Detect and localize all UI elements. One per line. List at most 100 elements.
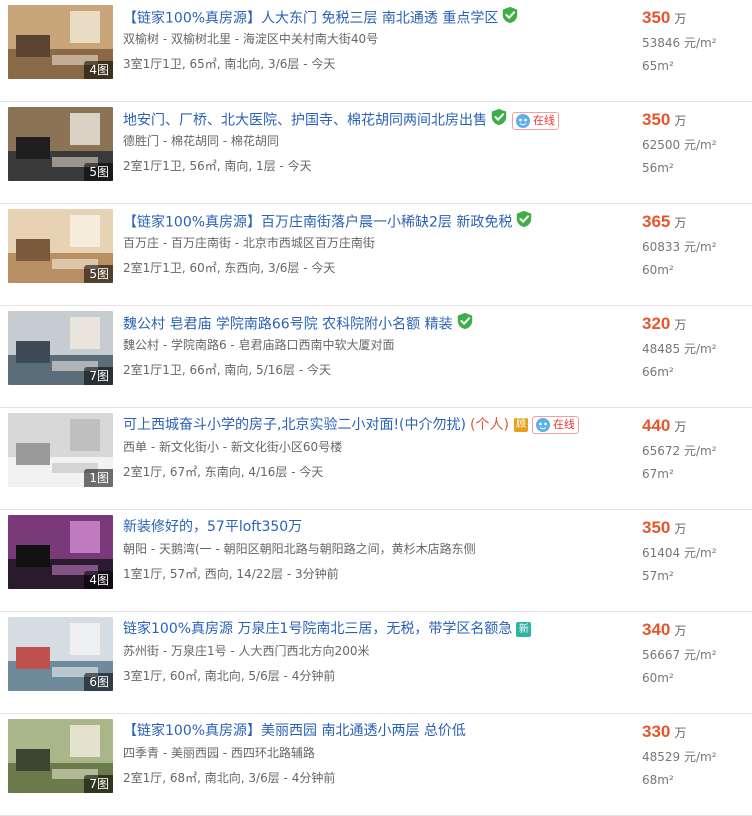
unit-price-value: 53846 [642, 36, 681, 50]
listing-row[interactable]: 5图 地安门、厂桥、北大医院、护国寺、棉花胡同两间北房出售 在线德胜门 - 棉花胡同… [0, 102, 752, 204]
listing-row[interactable]: 6图 链家100%真房源 万泉庄1号院南北三居，无税，带学区名额急新苏州街 - 万… [0, 612, 752, 714]
total-price: 350 万 [642, 8, 686, 28]
total-price: 365 万 [642, 212, 686, 232]
listing-title-link[interactable]: 魏公村 皂君庙 学院南路66号院 农科院附小名额 精装 [123, 317, 453, 333]
total-price: 320 万 [642, 314, 686, 334]
listing-location: 双榆树 - 双榆树北里 - 海淀区中关村南大街40号 [123, 32, 379, 46]
listing-info: 2室1厅1卫, 60㎡, 东西向, 3/6层 - 今天 [123, 261, 336, 275]
listing-title-link[interactable]: 【链家100%真房源】百万庄南街落户晨一小稀缺2层 新政免税 [123, 215, 512, 231]
photo-count-badge: 4图 [84, 61, 113, 79]
listing-title-row: 【链家100%真房源】百万庄南街落户晨一小稀缺2层 新政免税 [123, 210, 623, 232]
photo-count-badge: 7图 [84, 367, 113, 385]
personal-seller-tag: (个人) [470, 417, 509, 433]
listing-title-row: 链家100%真房源 万泉庄1号院南北三居，无税，带学区名额急新 [123, 618, 623, 640]
price-value: 350 [642, 8, 671, 27]
price-value: 320 [642, 314, 671, 333]
listing-title-link[interactable]: 可上西城奋斗小学的房子,北京实验二小对面!(中介勿扰) [123, 417, 466, 433]
listing-photo[interactable]: 6图 [8, 617, 113, 691]
listing-info: 2室1厅, 67㎡, 东南向, 4/16层 - 今天 [123, 465, 324, 479]
unit-price-value: 62500 [642, 138, 681, 152]
listing-title-row: 【链家100%真房源】美丽西园 南北通透小两层 总价低 [123, 720, 623, 742]
total-price: 350 万 [642, 518, 686, 538]
listing-location: 朝阳 - 天鹅湾(一 - 朝阳区朝阳北路与朝阳路之间，黄杉木店路东侧 [123, 542, 476, 556]
listing-info: 1室1厅, 57㎡, 西向, 14/22层 - 3分钟前 [123, 567, 339, 581]
listing-photo[interactable]: 7图 [8, 719, 113, 793]
listing-location: 魏公村 - 学院南路6 - 皂君庙路口西南中软大厦对面 [123, 338, 395, 352]
unit-price: 62500 元/m² [642, 136, 717, 153]
unit-price-unit: 元/m² [684, 342, 717, 356]
unit-price: 65672 元/m² [642, 442, 717, 459]
listing-info: 3室1厅, 60㎡, 南北向, 5/6层 - 4分钟前 [123, 669, 336, 683]
listing-photo[interactable]: 5图 [8, 107, 113, 181]
verified-shield-icon [490, 108, 508, 130]
listing-title-link[interactable]: 链家100%真房源 万泉庄1号院南北三居，无税，带学区名额急 [123, 621, 512, 637]
listing-title-row: 地安门、厂桥、北大医院、护国寺、棉花胡同两间北房出售 在线 [123, 108, 623, 130]
listing-info: 2室1厅1卫, 56㎡, 南向, 1层 - 今天 [123, 159, 312, 173]
unit-price-unit: 元/m² [684, 36, 717, 50]
listing-title-row: 新装修好的，57平loft350万 [123, 516, 623, 538]
photo-count-badge: 5图 [84, 163, 113, 181]
price-unit: 万 [674, 318, 687, 332]
listing-row[interactable]: 1图 可上西城奋斗小学的房子,北京实验二小对面!(中介勿扰) (个人) 顾 在线 西单 -… [0, 408, 752, 510]
price-unit: 万 [674, 114, 687, 128]
photo-count-badge: 7图 [84, 775, 113, 793]
listing-location: 百万庄 - 百万庄南街 - 北京市西城区百万庄南街 [123, 236, 375, 250]
unit-price-value: 48485 [642, 342, 681, 356]
photo-count-badge: 6图 [84, 673, 113, 691]
unit-price-unit: 元/m² [684, 750, 717, 764]
price-value: 340 [642, 620, 671, 639]
price-value: 440 [642, 416, 671, 435]
listing-title-link[interactable]: 【链家100%真房源】人大东门 免税三层 南北通透 重点学区 [123, 11, 498, 27]
listing-photo[interactable]: 7图 [8, 311, 113, 385]
online-chat-badge[interactable]: 在线 [531, 416, 579, 434]
price-unit: 万 [674, 216, 687, 230]
listing-location: 苏州街 - 万泉庄1号 - 人大西门西北方向200米 [123, 644, 370, 658]
unit-price: 48485 元/m² [642, 340, 717, 357]
online-label: 在线 [552, 418, 575, 431]
consultant-badge-icon: 顾 [513, 418, 528, 432]
unit-price: 53846 元/m² [642, 34, 717, 51]
verified-shield-icon [515, 210, 533, 232]
listing-area: 60m² [642, 671, 674, 685]
unit-price-unit: 元/m² [684, 240, 717, 254]
unit-price-unit: 元/m² [684, 546, 717, 560]
total-price: 330 万 [642, 722, 686, 742]
listing-photo[interactable]: 1图 [8, 413, 113, 487]
listing-area: 67m² [642, 467, 674, 481]
unit-price-value: 56667 [642, 648, 681, 662]
listing-photo[interactable]: 5图 [8, 209, 113, 283]
price-unit: 万 [674, 420, 687, 434]
listing-title-link[interactable]: 【链家100%真房源】美丽西园 南北通透小两层 总价低 [123, 723, 466, 739]
listing-title-link[interactable]: 新装修好的，57平loft350万 [123, 519, 302, 535]
total-price: 340 万 [642, 620, 686, 640]
listing-photo[interactable]: 4图 [8, 515, 113, 589]
verified-shield-icon [501, 6, 519, 28]
online-chat-badge[interactable]: 在线 [512, 111, 559, 130]
unit-price-unit: 元/m² [684, 444, 717, 458]
unit-price: 56667 元/m² [642, 646, 717, 663]
listing-title-row: 可上西城奋斗小学的房子,北京实验二小对面!(中介勿扰) (个人) 顾 在线 [123, 414, 623, 436]
photo-count-badge: 5图 [84, 265, 113, 283]
listing-title-row: 魏公村 皂君庙 学院南路66号院 农科院附小名额 精装 [123, 312, 623, 334]
verified-shield-icon [456, 312, 474, 334]
listing-row[interactable]: 4图 新装修好的，57平loft350万朝阳 - 天鹅湾(一 - 朝阳区朝阳北路与… [0, 510, 752, 612]
listing-row[interactable]: 4图 【链家100%真房源】人大东门 免税三层 南北通透 重点学区 双榆树 - 双榆… [0, 0, 752, 102]
listing-row[interactable]: 5图 【链家100%真房源】百万庄南街落户晨一小稀缺2层 新政免税 百万庄 - 百万… [0, 204, 752, 306]
price-unit: 万 [674, 726, 687, 740]
listing-row[interactable]: 7图 【链家100%真房源】美丽西园 南北通透小两层 总价低 四季青 - 美丽西园 … [0, 714, 752, 816]
listing-row[interactable]: 7图 魏公村 皂君庙 学院南路66号院 农科院附小名额 精装 魏公村 - 学院南路6… [0, 306, 752, 408]
listing-title-link[interactable]: 地安门、厂桥、北大医院、护国寺、棉花胡同两间北房出售 [123, 113, 487, 129]
unit-price-value: 61404 [642, 546, 681, 560]
online-label: 在线 [533, 113, 555, 127]
listing-info: 2室1厅, 68㎡, 南北向, 3/6层 - 4分钟前 [123, 771, 336, 785]
online-chat-icon [535, 417, 551, 433]
listing-location: 德胜门 - 棉花胡同 - 棉花胡同 [123, 134, 279, 148]
listing-title-row: 【链家100%真房源】人大东门 免税三层 南北通透 重点学区 [123, 6, 623, 28]
price-value: 330 [642, 722, 671, 741]
unit-price-unit: 元/m² [684, 138, 717, 152]
listing-list: 4图 【链家100%真房源】人大东门 免税三层 南北通透 重点学区 双榆树 - 双榆… [0, 0, 752, 816]
listing-info: 3室1厅1卫, 65㎡, 南北向, 3/6层 - 今天 [123, 57, 336, 71]
listing-photo[interactable]: 4图 [8, 5, 113, 79]
price-unit: 万 [674, 624, 687, 638]
unit-price: 48529 元/m² [642, 748, 717, 765]
